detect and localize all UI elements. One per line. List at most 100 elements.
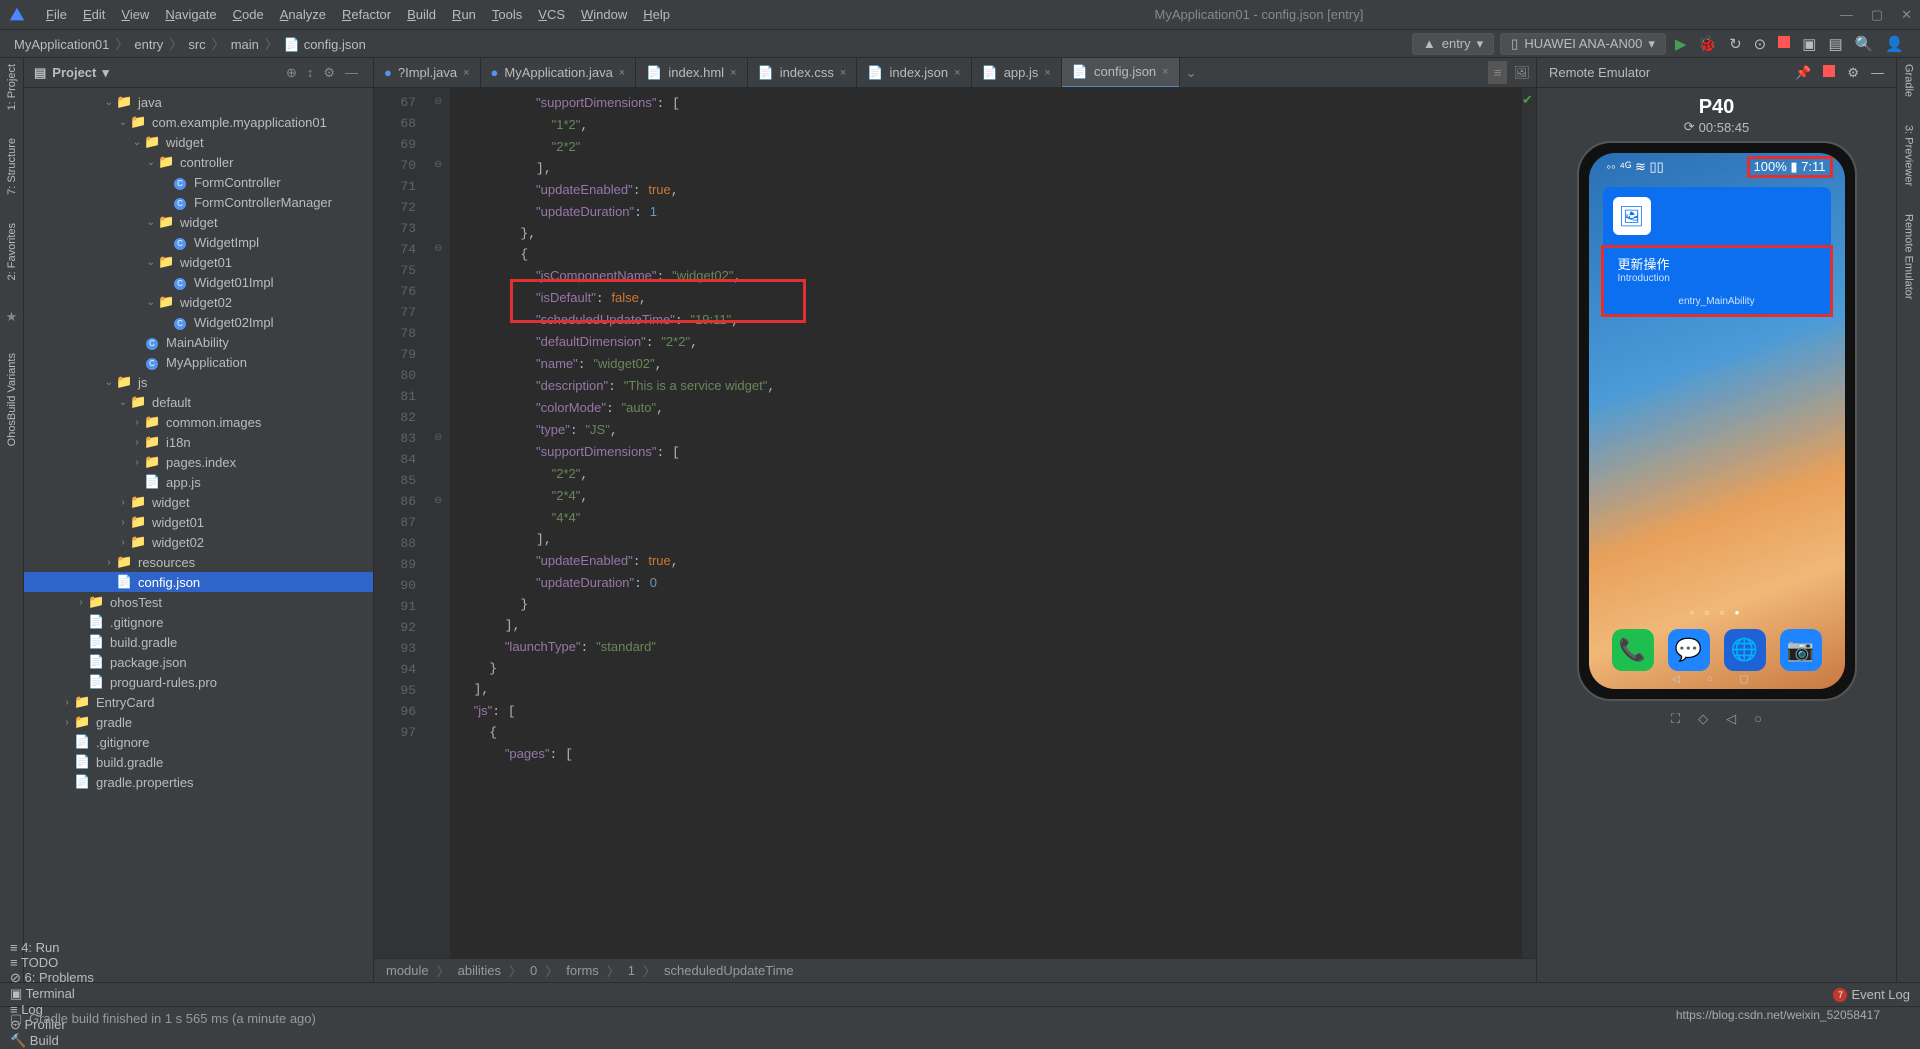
editor-tab[interactable]: ●?Impl.java×	[374, 58, 481, 88]
browser-app-icon[interactable]: 🌐	[1724, 629, 1766, 671]
tree-item[interactable]: ›📁common.images	[24, 412, 373, 432]
menu-help[interactable]: Help	[635, 7, 678, 22]
breadcrumb-2[interactable]: src	[184, 37, 209, 52]
bottom-tool[interactable]: ≡ 4: Run	[10, 940, 94, 955]
tree-item[interactable]: ›📁EntryCard	[24, 692, 373, 712]
tree-item[interactable]: CMyApplication	[24, 352, 373, 372]
tree-item[interactable]: ⌄📁widget01	[24, 252, 373, 272]
home-icon[interactable]: ○	[1754, 711, 1762, 727]
menu-build[interactable]: Build	[399, 7, 444, 22]
tree-item[interactable]: ›📁gradle	[24, 712, 373, 732]
tab-overflow-icon[interactable]: ⌄	[1180, 65, 1203, 81]
menu-file[interactable]: File	[38, 7, 75, 22]
tree-item[interactable]: ⌄📁widget02	[24, 292, 373, 312]
module-selector[interactable]: ▲ entry ▾	[1412, 33, 1494, 55]
preview-settings-icon[interactable]: ⚙	[1847, 65, 1859, 81]
back-icon[interactable]: ◁	[1726, 711, 1736, 727]
tree-item[interactable]: ›📁ohosTest	[24, 592, 373, 612]
menu-tools[interactable]: Tools	[484, 7, 530, 22]
hide-icon[interactable]: —	[340, 65, 363, 80]
pin-icon[interactable]: 📌	[1795, 65, 1811, 81]
tree-item[interactable]: CFormControllerManager	[24, 192, 373, 212]
tree-item[interactable]: CMainAbility	[24, 332, 373, 352]
locate-icon[interactable]: ⊕	[281, 65, 302, 81]
editor-tab[interactable]: 📄app.js×	[972, 58, 1062, 88]
tree-item[interactable]: ›📁widget02	[24, 532, 373, 552]
tree-item[interactable]: ›📁widget01	[24, 512, 373, 532]
event-log-button[interactable]: 7 Event Log	[1833, 987, 1910, 1002]
tab-project[interactable]: 1: Project	[6, 64, 18, 110]
stop-preview-icon[interactable]	[1823, 65, 1835, 80]
editor-tab[interactable]: 📄index.hml×	[636, 58, 747, 88]
maximize-icon[interactable]: ▢	[1871, 7, 1883, 23]
menu-code[interactable]: Code	[225, 7, 272, 22]
breadcrumb-4[interactable]: 📄 config.json	[280, 37, 370, 52]
phone-screen[interactable]: ◦◦ ⁴ᴳ ≋ ▯▯ 100% ▮ 7:11 🖼 更新操作 Introducti…	[1589, 153, 1845, 689]
messages-app-icon[interactable]: 💬	[1668, 629, 1710, 671]
code-crumb[interactable]: abilities	[458, 963, 501, 978]
tab-favorites[interactable]: 2: Favorites	[6, 223, 18, 280]
search-icon[interactable]: 🔍	[1849, 35, 1880, 53]
rotate-icon[interactable]: ◇	[1698, 711, 1708, 727]
code-crumb[interactable]: module	[386, 963, 429, 978]
editor-view-icon[interactable]: ≡	[1488, 61, 1508, 84]
menu-analyze[interactable]: Analyze	[272, 7, 334, 22]
bottom-tool[interactable]: 🔨 Build	[10, 1033, 94, 1049]
tree-item[interactable]: ›📁pages.index	[24, 452, 373, 472]
minimize-icon[interactable]: —	[1840, 7, 1853, 23]
service-widget[interactable]: 🖼 更新操作 Introduction entry_MainAbility	[1603, 187, 1831, 317]
attach-icon[interactable]: ▣	[1796, 35, 1822, 53]
tree-item[interactable]: 📄.gitignore	[24, 612, 373, 632]
breadcrumb-1[interactable]: entry	[130, 37, 167, 52]
menu-edit[interactable]: Edit	[75, 7, 113, 22]
tree-item[interactable]: ⌄📁widget	[24, 212, 373, 232]
tree-item[interactable]: 📄proguard-rules.pro	[24, 672, 373, 692]
tree-item[interactable]: ⌄📁default	[24, 392, 373, 412]
menu-view[interactable]: View	[113, 7, 157, 22]
tree-item[interactable]: ›📁i18n	[24, 432, 373, 452]
tree-item[interactable]: 📄app.js	[24, 472, 373, 492]
editor-tab[interactable]: 📄config.json×	[1062, 58, 1180, 88]
tree-item[interactable]: ⌄📁controller	[24, 152, 373, 172]
editor-tab[interactable]: 📄index.css×	[748, 58, 858, 88]
code-crumb[interactable]: 1	[628, 963, 635, 978]
menu-refactor[interactable]: Refactor	[334, 7, 399, 22]
code-crumb[interactable]: 0	[530, 963, 537, 978]
code-crumb[interactable]: forms	[566, 963, 599, 978]
tab-structure[interactable]: 7: Structure	[6, 138, 18, 195]
menu-window[interactable]: Window	[573, 7, 635, 22]
profile-icon[interactable]: ⊙	[1748, 35, 1773, 53]
tree-item[interactable]: 📄build.gradle	[24, 632, 373, 652]
tab-previewer[interactable]: 3: Previewer	[1903, 125, 1915, 186]
debug-icon[interactable]: 🐞	[1692, 35, 1723, 53]
bottom-tool[interactable]: ≡ TODO	[10, 955, 94, 970]
project-title[interactable]: Project	[52, 65, 96, 80]
menu-run[interactable]: Run	[444, 7, 484, 22]
editor-image-icon[interactable]: 🖼	[1507, 65, 1536, 81]
camera-app-icon[interactable]: 📷	[1780, 629, 1822, 671]
editor-tab[interactable]: ●MyApplication.java×	[481, 58, 637, 88]
menu-navigate[interactable]: Navigate	[157, 7, 224, 22]
avatar-icon[interactable]: 👤	[1879, 35, 1910, 53]
coverage-icon[interactable]: ↻	[1723, 35, 1748, 53]
tree-item[interactable]: CWidget01Impl	[24, 272, 373, 292]
tree-item[interactable]: ⌄📁js	[24, 372, 373, 392]
tree-item[interactable]: 📄gradle.properties	[24, 772, 373, 792]
tree-item[interactable]: 📄package.json	[24, 652, 373, 672]
screenshot-icon[interactable]: ⛶	[1671, 711, 1680, 727]
collapse-icon[interactable]: ↕	[302, 65, 319, 80]
phone-app-icon[interactable]: 📞	[1612, 629, 1654, 671]
preview-hide-icon[interactable]: —	[1871, 65, 1884, 80]
breadcrumb-3[interactable]: main	[227, 37, 263, 52]
tree-item[interactable]: ⌄📁widget	[24, 132, 373, 152]
stop-icon[interactable]	[1772, 35, 1796, 52]
project-tree[interactable]: ⌄📁java⌄📁com.example.myapplication01⌄📁wid…	[24, 88, 373, 982]
code-area[interactable]: "supportDimensions": [ "1*2", "2*2" ], "…	[450, 88, 1522, 958]
tree-item[interactable]: ›📁resources	[24, 552, 373, 572]
tree-item[interactable]: ›📁widget	[24, 492, 373, 512]
tree-item[interactable]: CWidgetImpl	[24, 232, 373, 252]
tab-remote-emulator[interactable]: Remote Emulator	[1903, 214, 1915, 300]
tree-item[interactable]: CWidget02Impl	[24, 312, 373, 332]
tree-item[interactable]: 📄.gitignore	[24, 732, 373, 752]
tree-item[interactable]: ⌄📁java	[24, 92, 373, 112]
